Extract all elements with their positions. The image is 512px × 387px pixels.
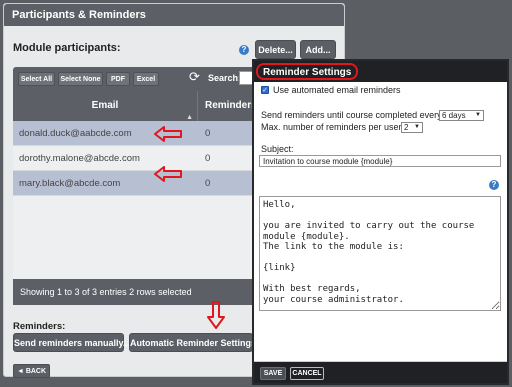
cell-reminders: 0 <box>205 178 211 189</box>
reminder-settings-dialog: Reminder Settings ✓ Use automated email … <box>252 59 509 385</box>
cell-email: mary.black@abcde.com <box>19 178 121 189</box>
help-icon[interactable]: ? <box>239 45 249 55</box>
max-reminders-label: Max. number of reminders per user: <box>261 122 405 132</box>
send-reminders-manually-button[interactable]: Send reminders manually... <box>13 333 130 352</box>
reminders-label: Reminders: <box>13 321 66 332</box>
excel-button[interactable]: Excel <box>133 72 159 86</box>
use-automated-checkbox[interactable]: ✓ <box>261 86 269 94</box>
help-icon[interactable]: ? <box>489 180 499 190</box>
chevron-down-icon: ▼ <box>475 112 481 118</box>
interval-value: 6 days <box>442 111 466 120</box>
column-header-email[interactable]: Email ▲ <box>13 91 198 121</box>
cell-reminders: 0 <box>205 128 211 139</box>
cancel-button[interactable]: CANCEL <box>290 367 324 380</box>
chevron-down-icon: ▼ <box>414 124 420 130</box>
select-none-button[interactable]: Select None <box>58 72 103 86</box>
email-body-textarea[interactable]: Hello, you are invited to carry out the … <box>259 196 501 311</box>
add-button[interactable]: Add... <box>300 40 336 59</box>
dialog-header: Reminder Settings <box>254 61 507 82</box>
back-button[interactable]: ◄ BACK <box>13 364 50 378</box>
interval-select[interactable]: 6 days ▼ <box>439 110 484 121</box>
annotation-down-arrow-icon <box>207 301 225 329</box>
cell-reminders: 0 <box>205 153 211 164</box>
refresh-icon[interactable]: ⟳ <box>189 70 200 84</box>
subject-label: Subject: <box>261 144 294 154</box>
max-reminders-value: 2 <box>404 123 409 132</box>
dialog-title: Participants & Reminders <box>4 4 344 26</box>
cell-email: dorothy.malone@abcde.com <box>19 153 140 164</box>
subject-input[interactable] <box>259 155 501 167</box>
annotation-left-arrow-icon <box>154 126 182 142</box>
save-button[interactable]: SAVE <box>260 367 286 380</box>
annotation-left-arrow-icon <box>154 166 182 182</box>
cell-email: donald.duck@aabcde.com <box>19 128 132 139</box>
automatic-reminder-settings-button[interactable]: Automatic Reminder Settings... <box>129 333 264 352</box>
delete-button[interactable]: Delete... <box>255 40 296 59</box>
pdf-button[interactable]: PDF <box>106 72 130 86</box>
module-participants-label: Module participants: <box>13 42 121 54</box>
select-all-button[interactable]: Select All <box>18 72 55 86</box>
dialog-title: Reminder Settings <box>256 63 359 80</box>
interval-label: Send reminders until course completed ev… <box>261 110 445 120</box>
max-reminders-select[interactable]: 2 ▼ <box>401 122 423 133</box>
use-automated-label: Use automated email reminders <box>273 85 401 95</box>
column-email-label: Email <box>91 100 119 111</box>
search-label: Search: <box>208 73 242 83</box>
dialog-footer: SAVE CANCEL <box>254 362 507 383</box>
